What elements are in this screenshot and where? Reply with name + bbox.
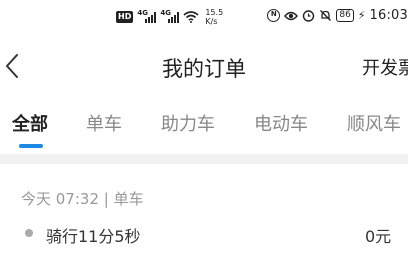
nav-bar: 我的订单 开发票 bbox=[0, 40, 408, 92]
bullet-dot-icon bbox=[25, 229, 33, 237]
wifi-icon bbox=[183, 11, 199, 23]
invoice-button[interactable]: 开发票 bbox=[362, 54, 408, 80]
page-title: 我的订单 bbox=[162, 57, 246, 81]
ride-price: 0元 bbox=[365, 227, 392, 246]
signal-icon: 4G bbox=[137, 10, 157, 23]
order-card[interactable]: 今天 07:32 | 单车 骑行11分5秒 0元 bbox=[0, 164, 408, 267]
battery-icon: 86 bbox=[336, 9, 354, 22]
active-tab-indicator bbox=[19, 144, 43, 148]
nfc-icon: N bbox=[267, 9, 281, 22]
tab-carpool[interactable]: 顺风车 bbox=[347, 110, 401, 136]
status-bar: HD 4G 4G 15.5 K/s N 86 ⚡ 16:03 bbox=[0, 0, 408, 34]
alarm-icon bbox=[303, 10, 315, 22]
tab-assist-bike[interactable]: 助力车 bbox=[161, 110, 215, 136]
status-right-icons: N 86 ⚡ 16:03 bbox=[267, 8, 408, 23]
ride-duration: 骑行11分5秒 bbox=[46, 227, 141, 246]
tab-all[interactable]: 全部 bbox=[12, 110, 48, 136]
order-meta: 今天 07:32 | 单车 bbox=[21, 190, 144, 208]
hd-icon: HD bbox=[116, 11, 134, 23]
tab-bike[interactable]: 单车 bbox=[86, 110, 122, 136]
tab-ebike[interactable]: 电动车 bbox=[254, 110, 308, 136]
mute-bell-icon bbox=[320, 10, 332, 21]
order-category-tabs: 全部 单车 助力车 电动车 顺风车 bbox=[0, 96, 408, 150]
section-divider bbox=[0, 154, 408, 164]
network-speed: 15.5 K/s bbox=[205, 8, 224, 26]
eye-icon bbox=[284, 11, 299, 20]
signal-icon: 4G bbox=[160, 10, 180, 23]
clock: 16:03 bbox=[369, 8, 408, 23]
charging-icon: ⚡ bbox=[357, 9, 366, 22]
ride-row: 骑行11分5秒 0元 bbox=[21, 222, 408, 246]
status-left-icons: HD 4G 4G 15.5 K/s bbox=[116, 8, 223, 26]
